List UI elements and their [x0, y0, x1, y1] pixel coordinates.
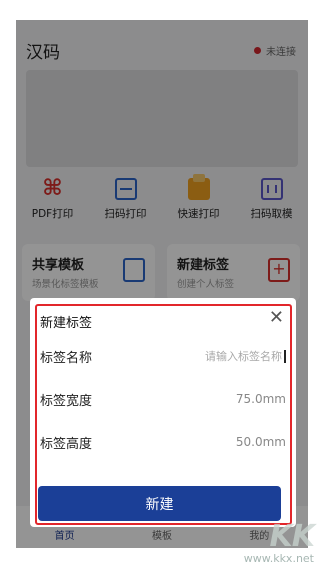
watermark-url: www.kkx.net — [243, 552, 314, 565]
new-label-dialog: 新建标签 ✕ 标签名称 标签宽度 75.0mm 标签高度 50.0mm 新建 — [30, 298, 296, 527]
label-name-row: 标签名称 — [40, 346, 286, 366]
watermark-logo: KK — [269, 519, 315, 554]
phone-screen: 汉码 未连接 ⌘ PDF打印 扫码打印 快速打印 扫码取模 共享模板 场景化标签… — [16, 20, 308, 548]
label-height-value[interactable]: 50.0mm — [236, 435, 286, 449]
label-name-input[interactable] — [176, 349, 286, 363]
watermark: KK www.kkx.net — [243, 519, 315, 566]
create-button[interactable]: 新建 — [38, 486, 281, 521]
dialog-title: 新建标签 — [40, 316, 93, 331]
label-width-value[interactable]: 75.0mm — [236, 392, 286, 406]
label-width-row[interactable]: 标签宽度 75.0mm — [40, 389, 286, 409]
label-width-label: 标签宽度 — [40, 393, 93, 409]
close-icon[interactable]: ✕ — [269, 307, 284, 329]
label-name-label: 标签名称 — [40, 350, 93, 366]
label-height-label: 标签高度 — [40, 436, 93, 452]
label-height-row[interactable]: 标签高度 50.0mm — [40, 432, 286, 452]
